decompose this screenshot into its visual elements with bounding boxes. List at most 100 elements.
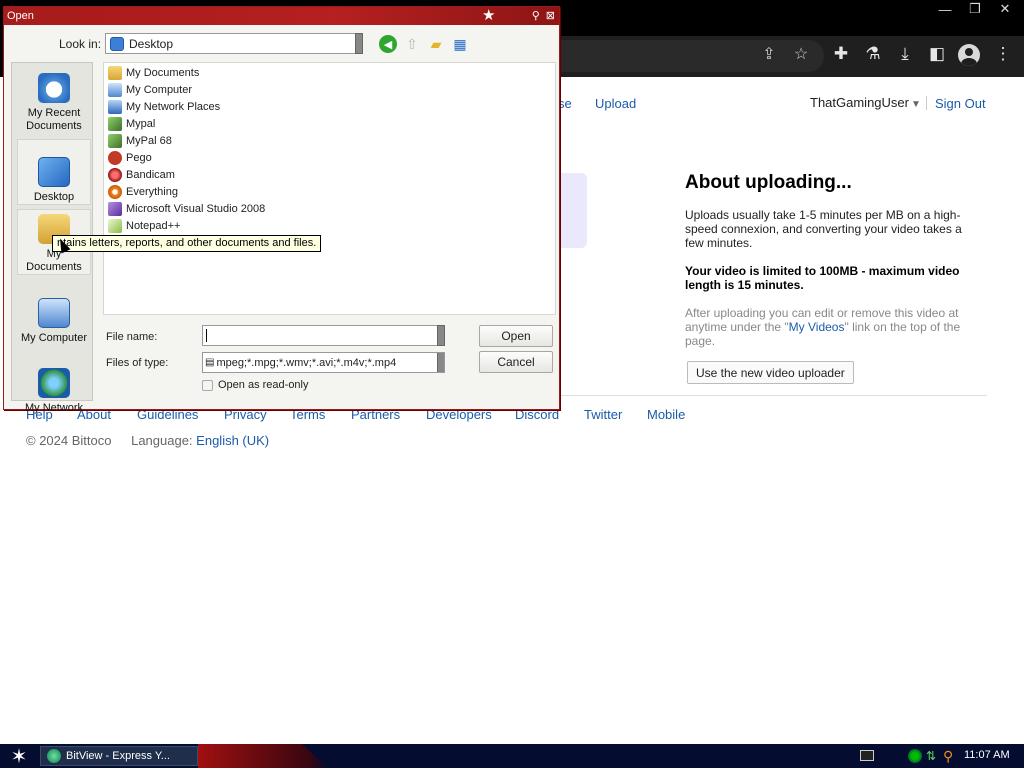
place-my-network[interactable]: My Network bbox=[17, 349, 91, 415]
look-in-label: Look in: bbox=[59, 37, 102, 51]
file-name: Bandicam bbox=[126, 169, 175, 181]
file-name-input[interactable] bbox=[202, 325, 445, 346]
address-bar[interactable] bbox=[560, 40, 824, 72]
place-my-computer[interactable]: My Computer bbox=[17, 279, 91, 345]
place-label: My Network bbox=[24, 402, 84, 414]
pego-icon bbox=[108, 151, 122, 165]
bookmark-star-icon[interactable]: ☆ bbox=[790, 44, 812, 64]
copyright-line: © 2024 Bittoco Language: English (UK) bbox=[26, 433, 269, 448]
shortcut-icon bbox=[108, 117, 122, 131]
cancel-button[interactable]: Cancel bbox=[479, 351, 553, 373]
checkbox-box[interactable] bbox=[202, 379, 213, 391]
about-uploading-panel: About uploading... Uploads usually take … bbox=[685, 172, 975, 362]
minimize-button[interactable]: — bbox=[930, 0, 960, 18]
list-item[interactable]: Pego bbox=[108, 150, 152, 166]
network-globe-icon bbox=[38, 368, 70, 398]
list-item[interactable]: Bandicam bbox=[108, 167, 175, 183]
footer-link-twitter[interactable]: Twitter bbox=[584, 407, 622, 422]
new-uploader-button[interactable]: Use the new video uploader bbox=[687, 361, 854, 384]
files-of-type-dropdown[interactable]: ▤ mpeg;*.mpg;*.wmv;*.avi;*.m4v;*.mp4 bbox=[202, 352, 445, 373]
list-item[interactable]: My Documents bbox=[108, 65, 199, 81]
open-file-dialog: Open ⚲ ⊠ ★ Look in: Desktop ◀ ⇧ ▰ ▦ My R… bbox=[3, 6, 560, 414]
taskbar-item-label: BitView - Express Y... bbox=[66, 750, 170, 762]
file-name: My Computer bbox=[126, 84, 193, 96]
taskbar-item-bitview[interactable]: BitView - Express Y... bbox=[40, 746, 198, 766]
read-only-label: Open as read-only bbox=[218, 379, 309, 391]
dropdown-handle[interactable] bbox=[355, 33, 363, 54]
side-panel-icon[interactable]: ◧ bbox=[926, 44, 948, 64]
list-item[interactable]: My Network Places bbox=[108, 99, 220, 115]
list-item[interactable]: Microsoft Visual Studio 2008 bbox=[108, 201, 265, 217]
taskbar: ✶ BitView - Express Y... ⇅ ⚲ 11:07 AM bbox=[0, 744, 1024, 768]
keyboard-icon[interactable] bbox=[860, 750, 874, 761]
places-bar: My Recent Documents Desktop My Documents… bbox=[11, 62, 93, 414]
place-desktop[interactable]: Desktop bbox=[17, 139, 91, 205]
place-my-recent-documents[interactable]: My Recent Documents bbox=[17, 67, 91, 133]
dropdown-handle[interactable] bbox=[437, 353, 444, 372]
dialog-title-buttons: ⚲ ⊠ bbox=[532, 7, 555, 25]
star-icon: ★ bbox=[482, 7, 496, 24]
download-icon[interactable]: ⤓ bbox=[894, 44, 916, 64]
browser-icon bbox=[47, 749, 61, 763]
search-icon[interactable]: ⚲ bbox=[943, 748, 953, 765]
close-icon[interactable]: ⊠ bbox=[546, 7, 555, 25]
file-name: My Documents bbox=[126, 67, 200, 79]
notepad-plus-plus-icon bbox=[108, 219, 122, 233]
computer-icon bbox=[38, 298, 70, 328]
my-videos-link[interactable]: My Videos bbox=[789, 320, 845, 334]
nav-browse-link[interactable]: se bbox=[558, 96, 572, 111]
extensions-icon[interactable]: ✚ bbox=[830, 44, 852, 64]
place-label: My Recent Documents bbox=[26, 107, 82, 132]
file-list[interactable]: My Documents My Computer My Network Plac… bbox=[103, 62, 556, 315]
look-in-value: Desktop bbox=[129, 36, 174, 51]
start-button[interactable]: ✶ bbox=[4, 745, 34, 768]
file-name: Mypal bbox=[126, 118, 156, 130]
look-in-dropdown[interactable]: Desktop bbox=[105, 33, 363, 54]
views-menu-icon[interactable]: ▦ bbox=[451, 35, 469, 53]
bandicam-icon bbox=[108, 168, 122, 182]
file-name: Notepad++ bbox=[126, 220, 181, 232]
list-item[interactable]: Mypal bbox=[108, 116, 155, 132]
footer-link-mobile[interactable]: Mobile bbox=[647, 407, 685, 422]
look-in-toolbar: ◀ ⇧ ▰ ▦ bbox=[379, 35, 469, 53]
up-folder-icon[interactable]: ⇧ bbox=[403, 35, 421, 53]
labs-flask-icon[interactable]: ⚗ bbox=[862, 44, 884, 64]
language-link[interactable]: English (UK) bbox=[196, 433, 269, 448]
list-item[interactable]: Notepad++ bbox=[108, 218, 180, 234]
help-icon[interactable]: ⚲ bbox=[532, 7, 540, 25]
list-item[interactable]: My Computer bbox=[108, 82, 192, 98]
list-item[interactable]: Everything bbox=[108, 184, 178, 200]
computer-icon bbox=[108, 83, 122, 97]
about-edit-note: After uploading you can edit or remove t… bbox=[685, 306, 975, 348]
about-limit: Your video is limited to 100MB - maximum… bbox=[685, 264, 960, 292]
nav-upload-link[interactable]: Upload bbox=[595, 96, 636, 111]
new-folder-icon[interactable]: ▰ bbox=[427, 35, 445, 53]
restore-button[interactable]: ❐ bbox=[960, 0, 990, 18]
network-icon[interactable]: ⇅ bbox=[926, 749, 940, 763]
share-icon[interactable]: ⇪ bbox=[758, 44, 780, 64]
clock[interactable]: 11:07 AM bbox=[964, 749, 1010, 761]
sign-out-link[interactable]: Sign Out bbox=[935, 96, 986, 111]
visual-studio-icon bbox=[108, 202, 122, 216]
nav-divider bbox=[926, 96, 927, 110]
file-name: MyPal 68 bbox=[126, 135, 172, 147]
open-button[interactable]: Open bbox=[479, 325, 553, 347]
menu-kebab-icon[interactable]: ⋮ bbox=[992, 44, 1014, 64]
read-only-checkbox[interactable]: Open as read-only bbox=[202, 379, 309, 391]
dialog-title: Open bbox=[7, 10, 34, 22]
profile-avatar-icon[interactable] bbox=[958, 44, 980, 66]
list-item[interactable]: MyPal 68 bbox=[108, 133, 172, 149]
chevron-down-icon: ▼ bbox=[910, 99, 921, 110]
file-name: Microsoft Visual Studio 2008 bbox=[126, 203, 266, 215]
files-of-type-label: Files of type: bbox=[106, 357, 169, 369]
filter-icon: ▤ bbox=[205, 357, 215, 368]
dropdown-handle[interactable] bbox=[437, 325, 445, 346]
user-menu[interactable]: ThatGamingUser ▼ bbox=[810, 95, 921, 110]
language-label: Language: bbox=[131, 433, 193, 448]
status-green-icon[interactable] bbox=[908, 749, 922, 763]
place-label: Desktop bbox=[33, 191, 75, 203]
back-arrow-icon[interactable]: ◀ bbox=[379, 35, 397, 53]
dialog-titlebar[interactable]: Open ⚲ ⊠ bbox=[4, 7, 559, 25]
close-button[interactable]: ✕ bbox=[990, 0, 1020, 18]
copyright-text: © 2024 Bittoco bbox=[26, 433, 112, 448]
